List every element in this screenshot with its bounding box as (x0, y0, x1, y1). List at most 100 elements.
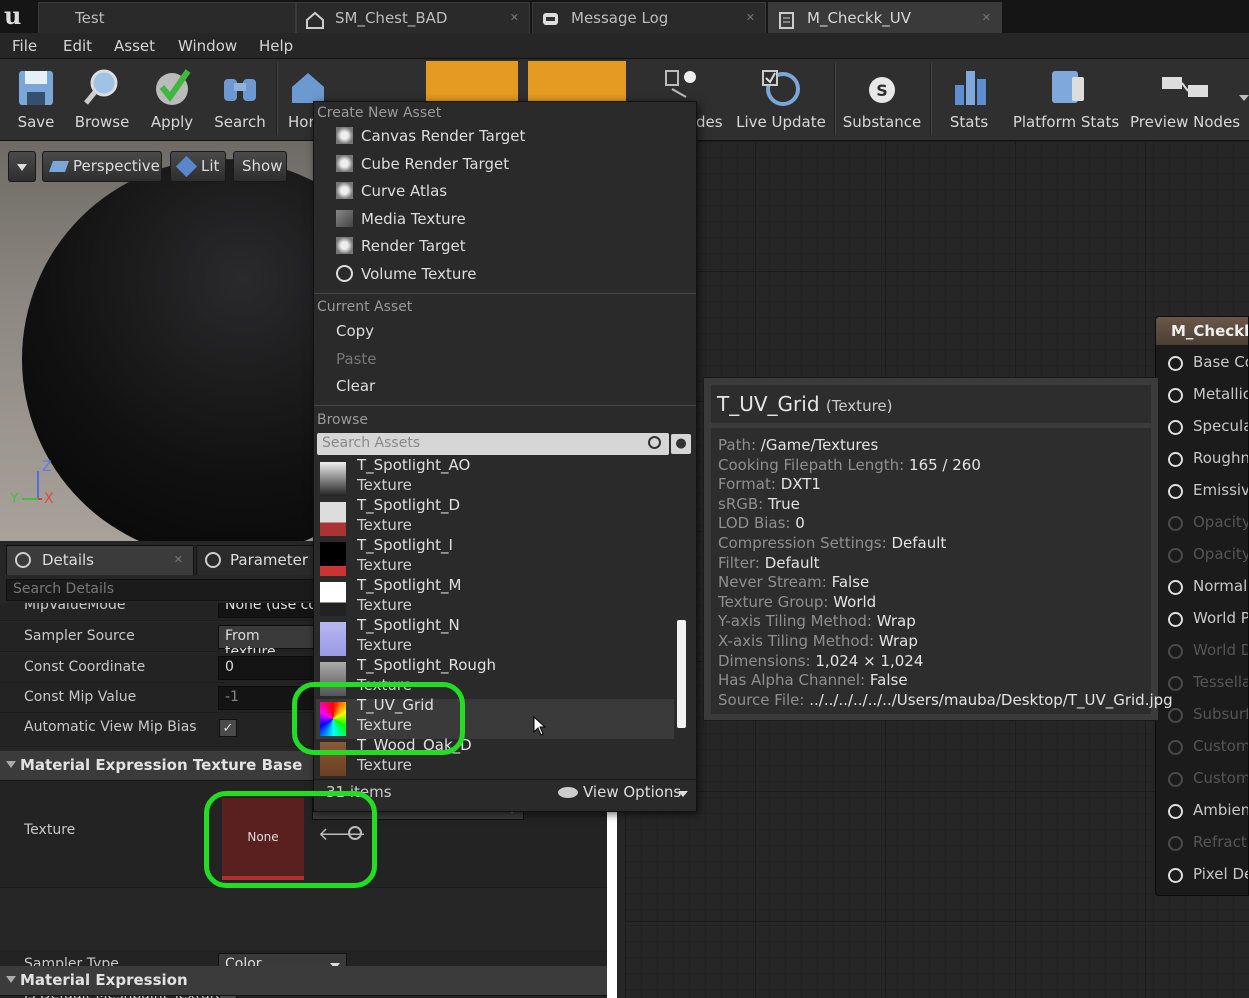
tab-sm-chest-bad[interactable]: SM_Chest_BAD ✕ (296, 2, 530, 33)
tab-label: M_Checkk_UV (807, 9, 912, 27)
pin-icon (1168, 612, 1183, 627)
pin-icon (1168, 548, 1183, 563)
create-render-target[interactable]: Render Target (336, 237, 466, 255)
browse-button[interactable]: Browse (70, 59, 134, 139)
pin-icon (1168, 356, 1183, 371)
tooltip-body: Path: /Game/Textures Cooking Filepath Len… (711, 428, 1173, 714)
static-mesh-icon (305, 9, 325, 29)
create-volume-texture[interactable]: Volume Texture (336, 265, 476, 283)
create-media-texture[interactable]: Media Texture (336, 210, 466, 228)
cube-render-target-icon (336, 155, 353, 172)
asset-list-item[interactable]: T_Spotlight_I Texture (316, 536, 674, 579)
tooltip-property: LOD Bias: 0 (718, 514, 805, 533)
pin-icon (1168, 708, 1183, 723)
close-icon[interactable]: ✕ (510, 3, 519, 33)
parameter-defaults-tab[interactable]: Parameter D (196, 545, 316, 575)
viewport-options-button[interactable] (8, 151, 36, 182)
mip-value-mode-combo[interactable]: None (use co (218, 603, 314, 618)
apply-button[interactable]: Apply (140, 59, 204, 139)
preview-nodes-icon (1160, 67, 1210, 111)
live-update-icon (759, 67, 803, 111)
tooltip-property: Compression Settings: Default (718, 534, 947, 552)
curve-atlas-icon (336, 182, 353, 199)
filter-user-icon[interactable]: ● (671, 434, 691, 454)
message-log-icon (541, 9, 561, 27)
node-title: M_Checkk (1156, 317, 1248, 345)
live-update-button[interactable]: Live Update (736, 59, 826, 139)
close-icon[interactable]: ✕ (982, 3, 991, 33)
tab-test[interactable]: Test (38, 2, 296, 33)
lit-button[interactable]: Lit (170, 151, 226, 182)
perspective-button[interactable]: Perspective (42, 151, 162, 182)
toolbar-overflow-icon[interactable] (1239, 95, 1249, 101)
pin-icon (1168, 676, 1183, 691)
substance-button[interactable]: S Substance (840, 59, 924, 139)
sampler-source-combo[interactable]: From texture (218, 625, 314, 660)
pin-icon (1168, 740, 1183, 755)
magnifier-icon (82, 67, 122, 111)
media-texture-icon (336, 210, 353, 227)
show-button[interactable]: Show (233, 151, 287, 182)
asset-list-item[interactable]: T_Spotlight_M Texture (316, 576, 674, 619)
preview-nodes-button[interactable]: Preview Nodes (1130, 59, 1240, 139)
section-material-expression[interactable]: Material Expression (0, 966, 608, 996)
menu-edit[interactable]: Edit (63, 37, 92, 55)
menu-help[interactable]: Help (259, 37, 293, 55)
tab-label: Test (75, 9, 105, 27)
menu-asset[interactable]: Asset (114, 37, 155, 55)
search-button[interactable]: Search (208, 59, 272, 139)
pin-icon (1168, 772, 1183, 787)
material-result-node[interactable]: M_Checkk Base Co Metallic Specula Roughn Emi… (1155, 316, 1249, 896)
asset-search-input[interactable]: Search Assets (317, 433, 669, 455)
texture-thumbnail-icon (320, 622, 346, 656)
asset-tooltip: T_UV_Grid (Texture) Path: /Game/Textures… (703, 377, 1173, 721)
tooltip-property: Texture Group: World (718, 592, 877, 611)
tooltip-property: Never Stream: False (718, 573, 870, 592)
stats-button[interactable]: Stats (938, 59, 1000, 139)
const-coordinate-field[interactable]: 0 (218, 656, 314, 680)
document-tab-bar: u Test SM_Chest_BAD ✕ Message Log ✕ M_Ch… (0, 0, 1249, 33)
material-icon (777, 9, 797, 29)
create-canvas-render-target[interactable]: Canvas Render Target (336, 127, 525, 145)
tooltip-property: Source File: ../../../../../../Users/mau… (718, 690, 1173, 709)
view-options-button[interactable]: View Options (558, 783, 694, 805)
clear-menu-item[interactable]: Clear (336, 377, 375, 395)
lit-cube-icon (175, 155, 198, 178)
asset-list-item[interactable]: T_Spotlight_AO Texture (316, 459, 674, 499)
axis-gizmo: Z Y X (10, 459, 54, 507)
toggle-button-1[interactable] (426, 61, 518, 101)
perspective-icon (48, 161, 70, 172)
save-button[interactable]: Save (4, 59, 68, 139)
texture-thumbnail-icon (320, 582, 346, 616)
close-icon[interactable]: ✕ (174, 553, 183, 566)
details-search-input[interactable]: Search Details (6, 579, 314, 601)
paste-menu-item: Paste (336, 350, 377, 368)
preview-viewport[interactable]: Perspective Lit Show Z Y X (0, 141, 313, 541)
platform-stats-button[interactable]: Platform Stats (1010, 59, 1122, 139)
unreal-logo-icon[interactable]: u (4, 3, 30, 29)
tooltip-property: X-axis Tiling Method: Wrap (718, 632, 918, 650)
auto-mip-checkbox[interactable]: ✓ (219, 719, 237, 737)
menu-file[interactable]: File (12, 37, 37, 55)
tooltip-property: Path: /Game/Textures (718, 436, 879, 454)
asset-list-item[interactable]: T_Spotlight_D Texture (316, 496, 674, 539)
highlight-t-uv-grid (292, 682, 465, 755)
asset-list-scrollbar[interactable] (677, 620, 686, 728)
tab-message-log[interactable]: Message Log ✕ (532, 2, 766, 33)
substance-icon: S (867, 75, 897, 109)
tab-m-checkk-uv[interactable]: M_Checkk_UV ✕ (768, 2, 1002, 33)
pin-icon (1168, 420, 1183, 435)
chevron-down-icon (678, 791, 688, 797)
menu-bar: File Edit Asset Window Help (0, 33, 1249, 59)
pin-icon (1168, 644, 1183, 659)
create-curve-atlas[interactable]: Curve Atlas (336, 182, 447, 200)
copy-menu-item[interactable]: Copy (336, 322, 374, 340)
create-cube-render-target[interactable]: Cube Render Target (336, 155, 509, 173)
details-tab[interactable]: Details ✕ (6, 545, 194, 575)
home-button[interactable]: Hor (282, 59, 324, 139)
toggle-button-2[interactable] (528, 61, 626, 101)
close-icon[interactable]: ✕ (746, 3, 755, 33)
menu-window[interactable]: Window (178, 37, 237, 55)
asset-list-item[interactable]: T_Spotlight_N Texture (316, 616, 674, 659)
parameter-icon (205, 552, 221, 568)
